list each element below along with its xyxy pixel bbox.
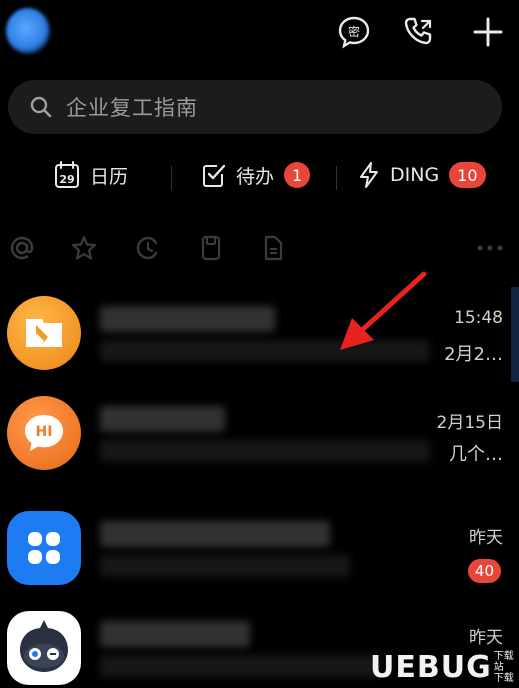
annotation-arrow — [340, 271, 427, 350]
chat-preview-blurred — [100, 655, 380, 677]
chat-preview-blurred — [100, 555, 350, 577]
user-avatar[interactable] — [6, 8, 50, 54]
clock-icon[interactable] — [134, 234, 162, 262]
folder-pen-icon — [26, 319, 62, 347]
ding-label: DING — [390, 164, 440, 186]
hi-bubble-icon: HI — [25, 415, 63, 451]
divider — [336, 166, 337, 190]
todo-check-icon — [203, 164, 226, 187]
edge-artifact — [511, 287, 519, 382]
chat-avatar-folder — [7, 296, 81, 370]
ding-badge: 10 — [449, 162, 486, 188]
star-icon[interactable] — [70, 234, 98, 262]
search-placeholder: 企业复工指南 — [66, 96, 198, 120]
chat-row[interactable]: 15:48 2月2… — [0, 282, 519, 382]
secret-chat-icon[interactable]: 密 — [336, 14, 372, 50]
chat-time: 2月15日 — [436, 413, 503, 433]
chat-preview-blurred — [100, 440, 430, 462]
avatar-hi-text: HI — [36, 424, 53, 440]
todo-button[interactable]: 待办 1 — [202, 158, 311, 192]
chat-time: 15:48 — [454, 308, 503, 328]
chat-title-blurred — [100, 406, 225, 432]
chat-title-blurred — [100, 521, 330, 547]
top-bar: 密 — [0, 0, 519, 68]
calendar-label: 日历 — [90, 165, 129, 188]
chat-avatar-hi: HI — [7, 396, 81, 470]
add-icon[interactable] — [470, 14, 506, 50]
phone-call-icon[interactable] — [401, 14, 437, 50]
chat-time: 昨天 — [469, 628, 503, 648]
todo-badge: 1 — [284, 162, 311, 188]
calendar-button[interactable]: 29 日历 — [54, 158, 128, 192]
filter-row — [0, 228, 519, 268]
chat-row[interactable]: HI 2月15日 几个… — [0, 382, 519, 482]
lightning-icon — [360, 162, 378, 188]
watermark-logo: UEBUG 下载站 下载 — [370, 648, 519, 686]
chat-avatar-bot — [7, 611, 81, 685]
chat-title-blurred — [100, 306, 275, 332]
watermark-small: 下载站 下载 — [493, 650, 514, 684]
chat-avatar-workbench — [7, 511, 81, 585]
secret-glyph: 密 — [348, 24, 360, 39]
more-icon[interactable] — [476, 234, 504, 262]
ding-button[interactable]: DING 10 — [358, 158, 486, 192]
bookmark-icon[interactable] — [197, 234, 225, 262]
chat-preview-tail: 2月2… — [444, 344, 503, 365]
chat-title-blurred — [100, 621, 250, 647]
chat-preview-tail: 几个… — [449, 444, 503, 465]
chat-time: 昨天 — [469, 528, 503, 548]
quick-actions: 29 日历 待办 1 DING 10 — [0, 150, 519, 200]
search-icon — [30, 96, 52, 118]
search-bar[interactable]: 企业复工指南 — [8, 80, 502, 134]
document-icon[interactable] — [259, 234, 287, 262]
bot-mascot-icon — [20, 620, 68, 672]
todo-label: 待办 — [236, 165, 275, 188]
watermark-text: UEBUG — [370, 649, 492, 685]
at-icon[interactable] — [8, 234, 36, 262]
chat-row[interactable]: 昨天 40 — [0, 497, 519, 597]
four-petal-icon — [28, 532, 60, 564]
unread-badge: 40 — [467, 559, 501, 583]
divider — [171, 166, 172, 190]
calendar-day: 29 — [59, 173, 74, 186]
calendar-icon: 29 — [55, 161, 79, 188]
